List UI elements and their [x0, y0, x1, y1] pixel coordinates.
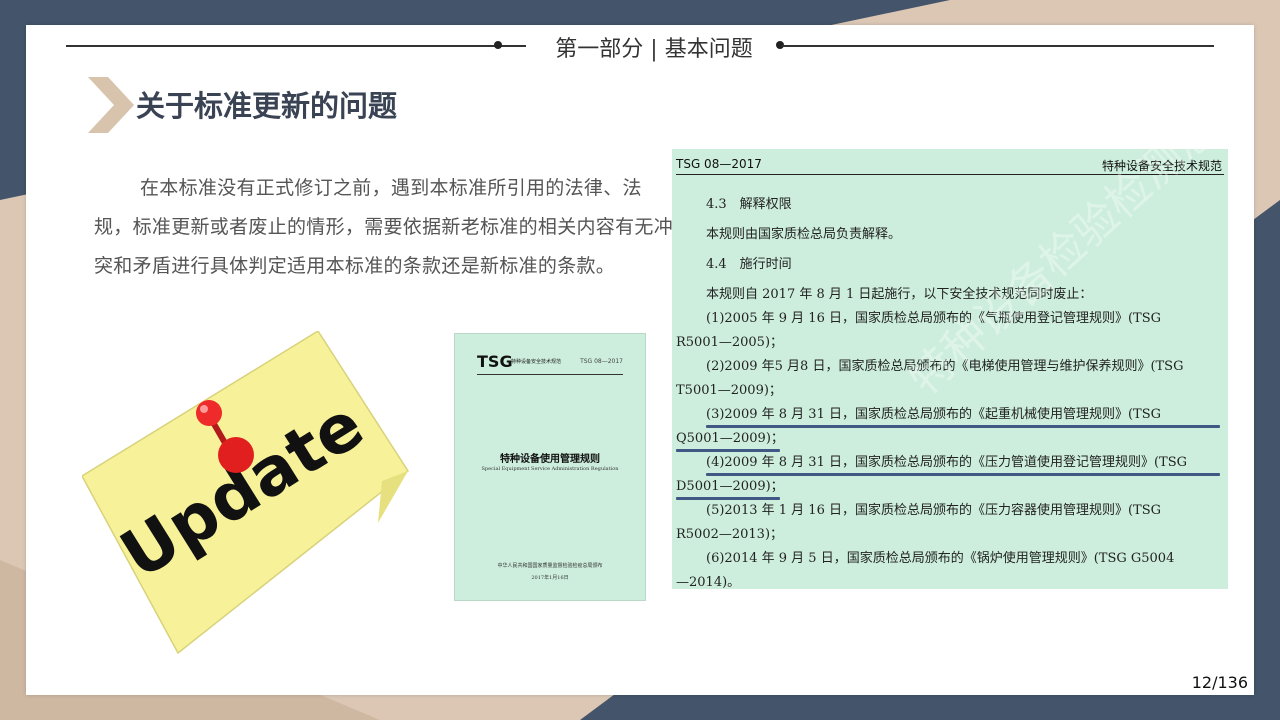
section-title: 第一部分 | 基本问题	[555, 37, 753, 62]
cover-rule	[477, 374, 623, 375]
doc-line: R5002—2013)；	[676, 527, 784, 542]
cover-title-english: Special Equipment Service Administration…	[481, 466, 619, 472]
pushpin-highlight	[200, 405, 208, 413]
doc-line: —2014)。	[676, 575, 741, 589]
chevron-icon	[88, 77, 134, 133]
highlight-underline	[676, 449, 780, 452]
doc-line: 本规则由国家质检总局负责解释。	[706, 227, 902, 242]
header-rule-right	[782, 45, 1214, 47]
slide: 第一部分 | 基本问题 关于标准更新的问题 在本标准没有正式修订之前，遇到本标准…	[26, 25, 1254, 695]
cover-code: TSG 08—2017	[580, 358, 623, 365]
cover-date: 2017年1月16日	[531, 575, 569, 581]
highlight-underline	[706, 425, 1220, 428]
doc-line: Q5001—2009)；	[676, 431, 784, 446]
cover-publisher: 中华人民共和国国家质量监督检验检疫总局颁布	[497, 563, 603, 569]
highlight-underline	[676, 497, 780, 500]
doc-line: T5001—2009)；	[676, 383, 782, 398]
doc-line: (5)2013 年 1 月 16 日，国家质检总局颁布的《压力容器使用管理规则》…	[706, 503, 1162, 518]
slide-heading: 关于标准更新的问题	[136, 89, 398, 123]
highlight-underline	[706, 473, 1220, 476]
pushpin-top	[196, 400, 222, 426]
cover-subtitle: 特种设备安全技术规范	[511, 359, 562, 365]
cover-title: 特种设备使用管理规则	[500, 454, 600, 465]
doc-line: 4.3 解释权限	[706, 197, 792, 212]
doc-header-code: TSG 08—2017	[676, 157, 762, 171]
pushpin-head	[218, 437, 254, 473]
regulation-cover: TSG 特种设备安全技术规范 TSG 08—2017 特种设备使用管理规则 Sp…	[454, 333, 646, 601]
regulation-excerpt: TSG 08—2017 特种设备安全技术规范 4.3 解释权限 本规则由国家质检…	[672, 149, 1228, 589]
page-number: 12/136	[1191, 673, 1248, 692]
doc-line: D5001—2009)；	[676, 479, 784, 494]
header-rule-left	[66, 45, 526, 47]
doc-line: (6)2014 年 9 月 5 日，国家质检总局颁布的《锅炉使用管理规则》(TS…	[706, 551, 1175, 566]
cover-tsg-logo: TSG	[477, 352, 513, 371]
doc-line: (4)2009 年 8 月 31 日，国家质检总局颁布的《压力管道使用登记管理规…	[706, 455, 1188, 470]
body-paragraph: 在本标准没有正式修订之前，遇到本标准所引用的法律、法规，标准更新或者废止的情形，…	[94, 169, 679, 286]
body-paragraph-text: 在本标准没有正式修订之前，遇到本标准所引用的法律、法规，标准更新或者废止的情形，…	[94, 177, 674, 277]
doc-line: R5001—2005)；	[676, 335, 784, 350]
sticky-note-update: Update	[82, 331, 409, 655]
doc-line: 4.4 施行时间	[706, 257, 792, 272]
header-dot-left	[494, 41, 502, 49]
